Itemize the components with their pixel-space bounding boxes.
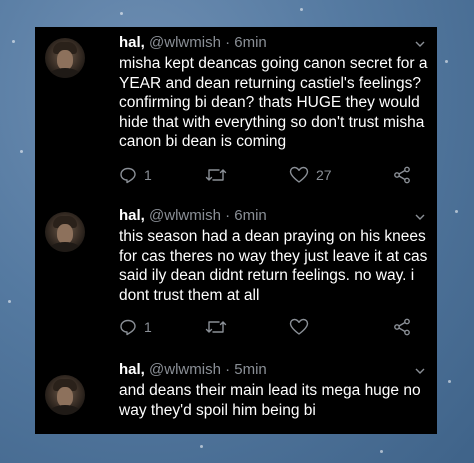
display-name[interactable]: hal,: [119, 34, 145, 51]
reply-icon: [120, 167, 136, 184]
user-handle[interactable]: @wlwmish: [149, 207, 221, 224]
tweet-header: hal, @wlwmish · 6min: [119, 34, 267, 51]
tweet-actions: 1: [119, 316, 419, 338]
reply-icon: [120, 319, 136, 336]
avatar[interactable]: [45, 212, 85, 252]
tweet-3[interactable]: hal, @wlwmish · 5min and deans their mai…: [35, 361, 437, 434]
separator-dot: ·: [225, 361, 231, 378]
display-name[interactable]: hal,: [119, 207, 145, 224]
tweet-header: hal, @wlwmish · 5min: [119, 361, 267, 378]
reply-count: 1: [144, 167, 152, 183]
avatar[interactable]: [45, 375, 85, 415]
retweet-icon: [205, 169, 227, 181]
reply-button[interactable]: 1: [119, 316, 152, 338]
tweet-text: this season had a dean praying on his kn…: [119, 227, 429, 305]
tweet-1[interactable]: hal, @wlwmish · 6min misha kept deancas …: [35, 27, 437, 197]
separator-dot: ·: [225, 207, 231, 224]
chevron-down-icon[interactable]: [415, 212, 425, 222]
reply-count: 1: [144, 319, 152, 335]
timestamp[interactable]: 6min: [234, 207, 267, 224]
user-handle[interactable]: @wlwmish: [149, 361, 221, 378]
tweet-line: canon bi dean is coming: [119, 133, 287, 150]
user-handle[interactable]: @wlwmish: [149, 34, 221, 51]
tweet-2[interactable]: hal, @wlwmish · 6min this season had a d…: [35, 197, 437, 361]
tweet-header: hal, @wlwmish · 6min: [119, 207, 267, 224]
tweet-line: for cas theres no way they just leave it…: [119, 247, 428, 265]
heart-icon: [289, 318, 309, 335]
avatar[interactable]: [45, 38, 85, 78]
like-button[interactable]: [289, 316, 316, 338]
timestamp[interactable]: 6min: [234, 34, 267, 51]
tweet-screenshot-panel: hal, @wlwmish · 6min misha kept deancas …: [35, 27, 437, 434]
share-button[interactable]: [393, 164, 411, 186]
tweet-text: misha kept deancas going canon secret fo…: [119, 54, 429, 152]
tweet-line: way they'd spoil him being bi: [119, 401, 316, 419]
like-count: 27: [316, 167, 332, 183]
tweet-line: and deans their main lead its mega huge …: [119, 382, 421, 399]
tweet-text: and deans their main lead its mega huge …: [119, 381, 429, 420]
reply-button[interactable]: 1: [119, 164, 152, 186]
tweet-actions: 1 27: [119, 164, 419, 186]
share-icon: [394, 166, 410, 184]
like-button[interactable]: 27: [289, 164, 332, 186]
share-button[interactable]: [393, 316, 411, 338]
tweet-line: dont trust them at all: [119, 286, 260, 304]
retweet-button[interactable]: [205, 316, 227, 338]
separator-dot: ·: [225, 34, 231, 51]
tweet-line: hide that with everything so don't trust…: [119, 113, 425, 131]
retweet-button[interactable]: [205, 164, 227, 186]
chevron-down-icon[interactable]: [415, 366, 425, 376]
chevron-down-icon[interactable]: [415, 39, 425, 49]
timestamp[interactable]: 5min: [234, 361, 267, 378]
tweet-line: YEAR and dean returning castiel's feelin…: [119, 74, 421, 92]
tweet-line: said ily dean didnt return feelings. no …: [119, 267, 415, 284]
share-icon: [394, 318, 410, 336]
heart-icon: [289, 166, 309, 183]
tweet-line: this season had a dean praying on his kn…: [119, 228, 426, 245]
tweet-line: confirming bi dean? thats HUGE they woul…: [119, 94, 420, 111]
tweet-line: misha kept deancas going canon secret fo…: [119, 55, 428, 72]
retweet-icon: [205, 321, 227, 333]
display-name[interactable]: hal,: [119, 361, 145, 378]
